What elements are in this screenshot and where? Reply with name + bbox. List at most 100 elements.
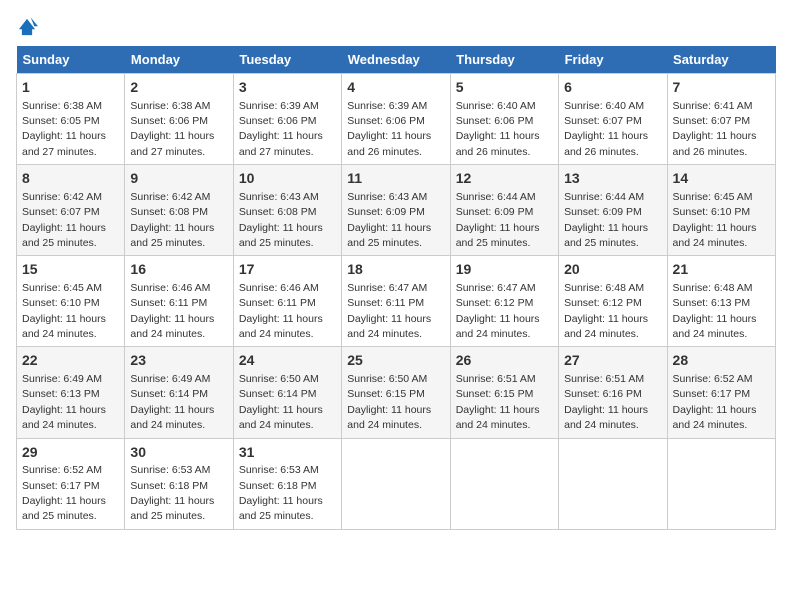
calendar-cell — [342, 438, 450, 529]
day-number: 4 — [347, 78, 444, 98]
day-number: 12 — [456, 169, 553, 189]
day-number: 16 — [130, 260, 227, 280]
calendar-cell — [667, 438, 775, 529]
dow-header: Wednesday — [342, 46, 450, 74]
calendar-cell: 8 Sunrise: 6:42 AMSunset: 6:07 PMDayligh… — [17, 165, 125, 256]
calendar-cell: 23 Sunrise: 6:49 AMSunset: 6:14 PMDaylig… — [125, 347, 233, 438]
day-info: Sunrise: 6:46 AMSunset: 6:11 PMDaylight:… — [239, 282, 323, 340]
calendar-cell: 12 Sunrise: 6:44 AMSunset: 6:09 PMDaylig… — [450, 165, 558, 256]
day-number: 3 — [239, 78, 336, 98]
day-number: 8 — [22, 169, 119, 189]
day-info: Sunrise: 6:46 AMSunset: 6:11 PMDaylight:… — [130, 282, 214, 340]
day-number: 27 — [564, 351, 661, 371]
calendar-cell: 25 Sunrise: 6:50 AMSunset: 6:15 PMDaylig… — [342, 347, 450, 438]
day-number: 29 — [22, 443, 119, 463]
day-info: Sunrise: 6:48 AMSunset: 6:13 PMDaylight:… — [673, 282, 757, 340]
day-number: 15 — [22, 260, 119, 280]
dow-header: Sunday — [17, 46, 125, 74]
day-info: Sunrise: 6:48 AMSunset: 6:12 PMDaylight:… — [564, 282, 648, 340]
day-info: Sunrise: 6:50 AMSunset: 6:15 PMDaylight:… — [347, 373, 431, 431]
day-info: Sunrise: 6:53 AMSunset: 6:18 PMDaylight:… — [239, 464, 323, 522]
day-number: 1 — [22, 78, 119, 98]
day-number: 20 — [564, 260, 661, 280]
calendar-cell: 2 Sunrise: 6:38 AMSunset: 6:06 PMDayligh… — [125, 74, 233, 165]
day-number: 19 — [456, 260, 553, 280]
day-number: 24 — [239, 351, 336, 371]
dow-header: Monday — [125, 46, 233, 74]
day-info: Sunrise: 6:38 AMSunset: 6:06 PMDaylight:… — [130, 100, 214, 158]
dow-header: Friday — [559, 46, 667, 74]
day-info: Sunrise: 6:47 AMSunset: 6:11 PMDaylight:… — [347, 282, 431, 340]
logo-icon — [16, 16, 38, 38]
calendar-cell — [559, 438, 667, 529]
calendar-cell: 28 Sunrise: 6:52 AMSunset: 6:17 PMDaylig… — [667, 347, 775, 438]
day-number: 23 — [130, 351, 227, 371]
day-number: 5 — [456, 78, 553, 98]
dow-header: Tuesday — [233, 46, 341, 74]
day-number: 14 — [673, 169, 770, 189]
day-info: Sunrise: 6:39 AMSunset: 6:06 PMDaylight:… — [239, 100, 323, 158]
day-info: Sunrise: 6:39 AMSunset: 6:06 PMDaylight:… — [347, 100, 431, 158]
day-info: Sunrise: 6:53 AMSunset: 6:18 PMDaylight:… — [130, 464, 214, 522]
calendar-cell — [450, 438, 558, 529]
calendar-cell: 22 Sunrise: 6:49 AMSunset: 6:13 PMDaylig… — [17, 347, 125, 438]
day-number: 6 — [564, 78, 661, 98]
day-info: Sunrise: 6:49 AMSunset: 6:14 PMDaylight:… — [130, 373, 214, 431]
day-number: 30 — [130, 443, 227, 463]
day-info: Sunrise: 6:47 AMSunset: 6:12 PMDaylight:… — [456, 282, 540, 340]
day-number: 25 — [347, 351, 444, 371]
day-number: 11 — [347, 169, 444, 189]
day-number: 18 — [347, 260, 444, 280]
calendar-cell: 14 Sunrise: 6:45 AMSunset: 6:10 PMDaylig… — [667, 165, 775, 256]
calendar-cell: 4 Sunrise: 6:39 AMSunset: 6:06 PMDayligh… — [342, 74, 450, 165]
page-header — [16, 16, 776, 38]
day-info: Sunrise: 6:44 AMSunset: 6:09 PMDaylight:… — [456, 191, 540, 249]
day-number: 26 — [456, 351, 553, 371]
calendar-cell: 24 Sunrise: 6:50 AMSunset: 6:14 PMDaylig… — [233, 347, 341, 438]
day-number: 22 — [22, 351, 119, 371]
day-info: Sunrise: 6:45 AMSunset: 6:10 PMDaylight:… — [22, 282, 106, 340]
day-info: Sunrise: 6:50 AMSunset: 6:14 PMDaylight:… — [239, 373, 323, 431]
day-info: Sunrise: 6:40 AMSunset: 6:07 PMDaylight:… — [564, 100, 648, 158]
calendar-table: SundayMondayTuesdayWednesdayThursdayFrid… — [16, 46, 776, 530]
day-info: Sunrise: 6:42 AMSunset: 6:07 PMDaylight:… — [22, 191, 106, 249]
day-number: 9 — [130, 169, 227, 189]
calendar-cell: 20 Sunrise: 6:48 AMSunset: 6:12 PMDaylig… — [559, 256, 667, 347]
logo — [16, 16, 40, 38]
day-info: Sunrise: 6:52 AMSunset: 6:17 PMDaylight:… — [673, 373, 757, 431]
calendar-cell: 1 Sunrise: 6:38 AMSunset: 6:05 PMDayligh… — [17, 74, 125, 165]
calendar-cell: 7 Sunrise: 6:41 AMSunset: 6:07 PMDayligh… — [667, 74, 775, 165]
calendar-cell: 26 Sunrise: 6:51 AMSunset: 6:15 PMDaylig… — [450, 347, 558, 438]
calendar-cell: 18 Sunrise: 6:47 AMSunset: 6:11 PMDaylig… — [342, 256, 450, 347]
calendar-cell: 9 Sunrise: 6:42 AMSunset: 6:08 PMDayligh… — [125, 165, 233, 256]
calendar-cell: 10 Sunrise: 6:43 AMSunset: 6:08 PMDaylig… — [233, 165, 341, 256]
day-info: Sunrise: 6:51 AMSunset: 6:15 PMDaylight:… — [456, 373, 540, 431]
calendar-cell: 5 Sunrise: 6:40 AMSunset: 6:06 PMDayligh… — [450, 74, 558, 165]
calendar-cell: 27 Sunrise: 6:51 AMSunset: 6:16 PMDaylig… — [559, 347, 667, 438]
calendar-cell: 17 Sunrise: 6:46 AMSunset: 6:11 PMDaylig… — [233, 256, 341, 347]
calendar-cell: 19 Sunrise: 6:47 AMSunset: 6:12 PMDaylig… — [450, 256, 558, 347]
day-info: Sunrise: 6:51 AMSunset: 6:16 PMDaylight:… — [564, 373, 648, 431]
day-number: 21 — [673, 260, 770, 280]
dow-header: Saturday — [667, 46, 775, 74]
calendar-cell: 3 Sunrise: 6:39 AMSunset: 6:06 PMDayligh… — [233, 74, 341, 165]
calendar-cell: 15 Sunrise: 6:45 AMSunset: 6:10 PMDaylig… — [17, 256, 125, 347]
day-number: 7 — [673, 78, 770, 98]
calendar-cell: 11 Sunrise: 6:43 AMSunset: 6:09 PMDaylig… — [342, 165, 450, 256]
day-info: Sunrise: 6:45 AMSunset: 6:10 PMDaylight:… — [673, 191, 757, 249]
calendar-cell: 30 Sunrise: 6:53 AMSunset: 6:18 PMDaylig… — [125, 438, 233, 529]
day-info: Sunrise: 6:38 AMSunset: 6:05 PMDaylight:… — [22, 100, 106, 158]
calendar-cell: 13 Sunrise: 6:44 AMSunset: 6:09 PMDaylig… — [559, 165, 667, 256]
day-info: Sunrise: 6:44 AMSunset: 6:09 PMDaylight:… — [564, 191, 648, 249]
calendar-cell: 31 Sunrise: 6:53 AMSunset: 6:18 PMDaylig… — [233, 438, 341, 529]
day-number: 10 — [239, 169, 336, 189]
day-number: 17 — [239, 260, 336, 280]
calendar-cell: 16 Sunrise: 6:46 AMSunset: 6:11 PMDaylig… — [125, 256, 233, 347]
calendar-cell: 6 Sunrise: 6:40 AMSunset: 6:07 PMDayligh… — [559, 74, 667, 165]
day-info: Sunrise: 6:49 AMSunset: 6:13 PMDaylight:… — [22, 373, 106, 431]
dow-header: Thursday — [450, 46, 558, 74]
day-info: Sunrise: 6:40 AMSunset: 6:06 PMDaylight:… — [456, 100, 540, 158]
day-info: Sunrise: 6:52 AMSunset: 6:17 PMDaylight:… — [22, 464, 106, 522]
calendar-cell: 29 Sunrise: 6:52 AMSunset: 6:17 PMDaylig… — [17, 438, 125, 529]
day-number: 31 — [239, 443, 336, 463]
